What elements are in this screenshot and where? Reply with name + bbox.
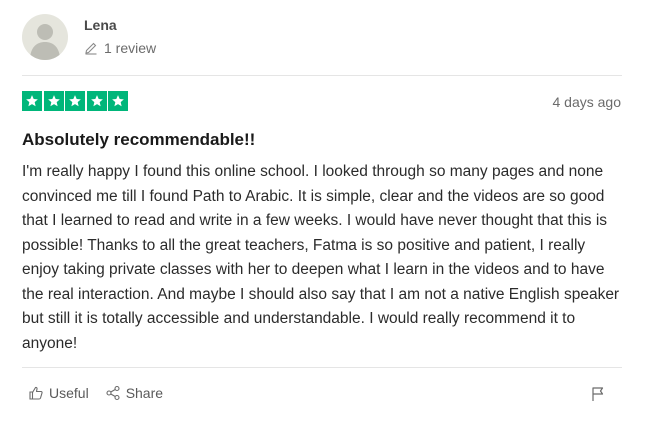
share-label: Share <box>125 385 164 401</box>
star-rating <box>22 91 130 111</box>
divider <box>22 367 622 368</box>
share-icon <box>106 385 120 401</box>
reviewer-name[interactable]: Lena <box>84 16 156 34</box>
review-body: I'm really happy I found this online sch… <box>22 163 620 352</box>
star-icon <box>108 91 128 111</box>
thumbs-up-icon <box>29 386 43 400</box>
user-silhouette-icon <box>30 24 60 60</box>
review-date: 4 days ago <box>552 94 622 110</box>
avatar[interactable] <box>22 14 68 60</box>
report-button[interactable] <box>591 386 605 407</box>
reviewer-info: Lena 1 review <box>84 14 156 56</box>
pencil-icon <box>85 42 97 55</box>
review-actions: Useful Share <box>28 385 179 401</box>
review-title: Absolutely recommendable!! <box>22 130 256 149</box>
reviewer-header: Lena 1 review <box>22 14 156 60</box>
flag-icon <box>592 387 604 401</box>
share-button[interactable]: Share <box>105 385 163 401</box>
useful-label: Useful <box>49 385 89 401</box>
review-count: 1 review <box>84 40 156 56</box>
star-icon <box>86 91 107 111</box>
star-icon <box>43 91 64 111</box>
star-icon <box>22 91 42 111</box>
star-icon <box>65 91 85 111</box>
review-count-label: 1 review <box>104 40 157 56</box>
divider <box>22 75 622 76</box>
useful-button[interactable]: Useful <box>28 385 89 401</box>
